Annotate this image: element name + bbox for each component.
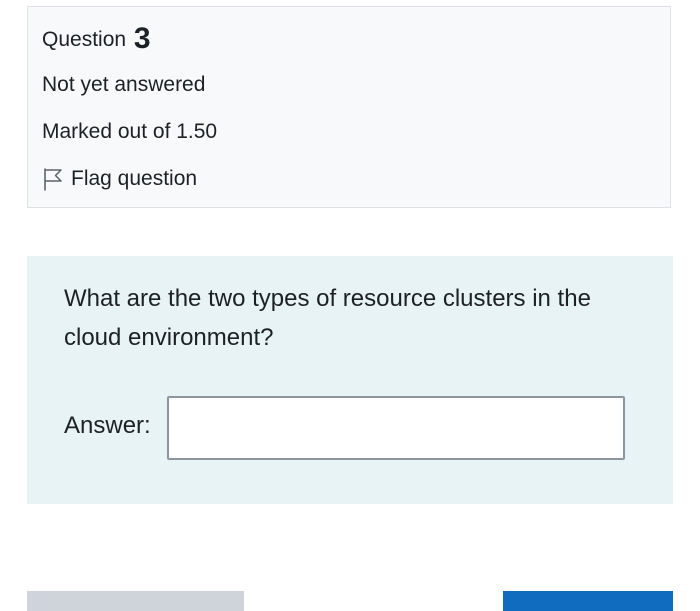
answer-state: Not yet answered [42, 73, 206, 96]
question-content-panel: What are the two types of resource clust… [27, 256, 673, 504]
question-prefix: Question [42, 28, 127, 51]
flag-icon [42, 167, 64, 191]
answer-input[interactable] [167, 396, 625, 460]
question-info-panel: Question 3 Not yet answered Marked out o… [27, 6, 671, 208]
previous-page-button[interactable] [27, 591, 244, 611]
question-text: What are the two types of resource clust… [64, 285, 591, 351]
flag-question-label: Flag question [71, 167, 198, 190]
question-number-heading: Question 3 [42, 23, 151, 56]
grade-info: Marked out of 1.50 [42, 120, 218, 143]
next-page-button[interactable] [503, 591, 673, 611]
flag-question-link[interactable]: Flag question [42, 165, 197, 193]
question-number: 3 [133, 22, 151, 55]
answer-label: Answer: [64, 412, 151, 439]
